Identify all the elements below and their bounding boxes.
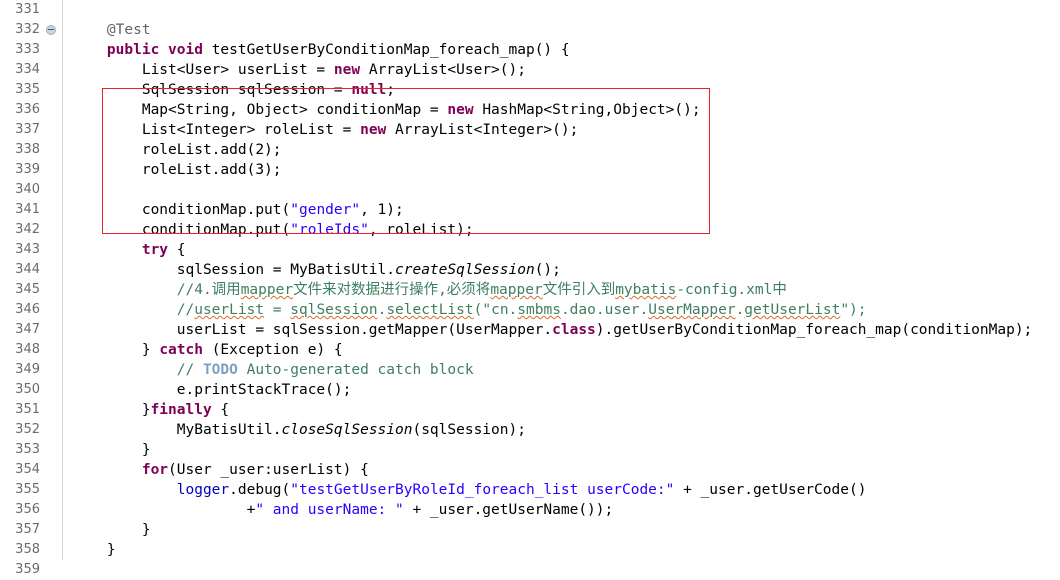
line-number: 338 (15, 142, 40, 157)
gutter-line-341: 341 (0, 200, 62, 220)
code-line-348[interactable]: } catch (Exception e) { (63, 340, 1060, 360)
code-line-334[interactable]: List<User> userList = new ArrayList<User… (63, 60, 1060, 80)
line-number: 347 (15, 322, 40, 337)
code-line-336[interactable]: Map<String, Object> conditionMap = new H… (63, 100, 1060, 120)
gutter-line-356: 356 (0, 500, 62, 520)
gutter-line-340: 340 (0, 180, 62, 200)
code-line-346[interactable]: //userList = sqlSession.selectList("cn.s… (63, 300, 1060, 320)
code-line-335[interactable]: SqlSession sqlSession = null; (63, 80, 1060, 100)
code-line-350[interactable]: e.printStackTrace(); (63, 380, 1060, 400)
line-number: 337 (15, 122, 40, 137)
gutter-line-337: 337 (0, 120, 62, 140)
line-number: 353 (15, 442, 40, 457)
annotation-test: @Test (72, 22, 151, 38)
code-line-356[interactable]: +" and userName: " + _user.getUserName()… (63, 500, 1060, 520)
code-line-352[interactable]: MyBatisUtil.closeSqlSession(sqlSession); (63, 420, 1060, 440)
gutter-line-344: 344 (0, 260, 62, 280)
line-number-gutter[interactable]: 331 332 333 334 335 336 337 338 339 340 … (0, 0, 63, 577)
gutter-line-342: 342 (0, 220, 62, 240)
code-line-351[interactable]: }finally { (63, 400, 1060, 420)
code-line-331[interactable] (63, 0, 1060, 20)
gutter-line-333: 333 (0, 40, 62, 60)
gutter-line-335: 335 (0, 80, 62, 100)
gutter-line-334: 334 (0, 60, 62, 80)
code-line-338[interactable]: roleList.add(2); (63, 140, 1060, 160)
line-number: 357 (15, 522, 40, 537)
line-number: 344 (15, 262, 40, 277)
gutter-line-355: 355 (0, 480, 62, 500)
code-line-332[interactable]: @Test (63, 20, 1060, 40)
code-line-355[interactable]: logger.debug("testGetUserByRoleId_foreac… (63, 480, 1060, 500)
line-number: 336 (15, 102, 40, 117)
line-number: 339 (15, 162, 40, 177)
line-number: 331 (15, 2, 40, 17)
gutter-line-332: 332 (0, 20, 62, 40)
line-number: 334 (15, 62, 40, 77)
code-line-342[interactable]: conditionMap.put("roleIds", roleList); (63, 220, 1060, 240)
collapse-minus-icon[interactable] (46, 25, 56, 35)
code-line-343[interactable]: try { (63, 240, 1060, 260)
gutter-line-353: 353 (0, 440, 62, 460)
gutter-line-346: 346 (0, 300, 62, 320)
gutter-line-339: 339 (0, 160, 62, 180)
gutter-line-354: 354 (0, 460, 62, 480)
code-line-344[interactable]: sqlSession = MyBatisUtil.createSqlSessio… (63, 260, 1060, 280)
line-number: 342 (15, 222, 40, 237)
line-number: 355 (15, 482, 40, 497)
code-line-337[interactable]: List<Integer> roleList = new ArrayList<I… (63, 120, 1060, 140)
code-line-353[interactable]: } (63, 440, 1060, 460)
line-number: 348 (15, 342, 40, 357)
code-line-339[interactable]: roleList.add(3); (63, 160, 1060, 180)
gutter-line-336: 336 (0, 100, 62, 120)
code-line-349[interactable]: // TODO Auto-generated catch block (63, 360, 1060, 380)
line-number: 343 (15, 242, 40, 257)
code-line-333[interactable]: public void testGetUserByConditionMap_fo… (63, 40, 1060, 60)
gutter-line-338: 338 (0, 140, 62, 160)
code-line-358[interactable]: } (63, 540, 1060, 560)
gutter-line-358: 358 (0, 540, 62, 560)
line-number: 341 (15, 202, 40, 217)
line-number: 359 (15, 562, 40, 577)
code-line-345[interactable]: //4.调用mapper文件来对数据进行操作,必须将mapper文件引入到myb… (63, 280, 1060, 300)
line-number: 349 (15, 362, 40, 377)
line-number: 354 (15, 462, 40, 477)
gutter-line-350: 350 (0, 380, 62, 400)
gutter-line-347: 347 (0, 320, 62, 340)
gutter-line-351: 351 (0, 400, 62, 420)
code-editor[interactable]: 331 332 333 334 335 336 337 338 339 340 … (0, 0, 1060, 577)
code-line-354[interactable]: for(User _user:userList) { (63, 460, 1060, 480)
line-number: 340 (15, 182, 40, 197)
line-number: 335 (15, 82, 40, 97)
gutter-line-357: 357 (0, 520, 62, 540)
line-number: 356 (15, 502, 40, 517)
line-number: 358 (15, 542, 40, 557)
code-line-347[interactable]: userList = sqlSession.getMapper(UserMapp… (63, 320, 1060, 340)
gutter-line-331: 331 (0, 0, 62, 20)
gutter-line-343: 343 (0, 240, 62, 260)
gutter-line-359: 359 (0, 560, 62, 580)
line-number: 350 (15, 382, 40, 397)
gutter-line-348: 348 (0, 340, 62, 360)
code-line-357[interactable]: } (63, 520, 1060, 540)
gutter-line-345: 345 (0, 280, 62, 300)
code-line-341[interactable]: conditionMap.put("gender", 1); (63, 200, 1060, 220)
code-content[interactable]: @Test public void testGetUserByCondition… (63, 0, 1060, 560)
gutter-line-349: 349 (0, 360, 62, 380)
line-number: 352 (15, 422, 40, 437)
line-number: 332 (15, 22, 40, 37)
line-number: 351 (15, 402, 40, 417)
line-number: 345 (15, 282, 40, 297)
gutter-line-352: 352 (0, 420, 62, 440)
line-number: 346 (15, 302, 40, 317)
code-line-340[interactable] (63, 180, 1060, 200)
line-number: 333 (15, 42, 40, 57)
